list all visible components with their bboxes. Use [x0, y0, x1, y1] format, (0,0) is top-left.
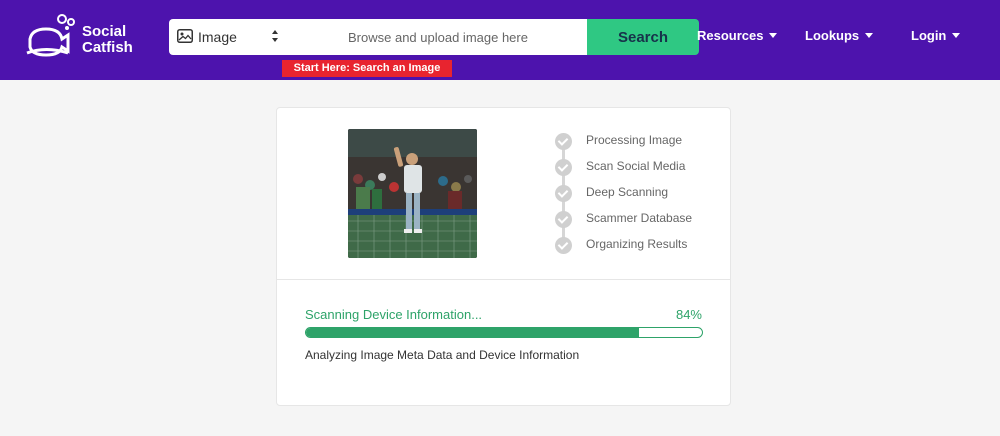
scan-progress-card: Processing Image Scan Social Media Deep …: [276, 107, 731, 406]
header: Social Catfish Image Search Start Here: …: [0, 0, 1000, 80]
step-item: Scammer Database: [555, 210, 692, 228]
nav-login-label: Login: [911, 28, 947, 43]
card-divider: [277, 279, 730, 280]
checkmark-icon: [555, 184, 572, 202]
scan-percent: 84%: [675, 307, 702, 322]
catfish-logo-icon: [26, 14, 75, 57]
scan-progress-bar: [305, 327, 703, 338]
progress-fill: [306, 328, 639, 337]
step-label: Processing Image: [586, 133, 683, 147]
select-updown-icon: [272, 30, 278, 42]
logo-wordmark: Social Catfish: [82, 24, 133, 56]
logo-line-1: Social: [82, 23, 127, 40]
uploaded-photo: [348, 129, 477, 258]
uploaded-image-thumbnail: [348, 129, 477, 258]
nav-lookups-label: Lookups: [805, 28, 860, 43]
caret-down-icon: [769, 33, 778, 38]
step-label: Organizing Results: [586, 237, 688, 251]
step-label: Scammer Database: [586, 211, 693, 225]
step-item: Scan Social Media: [555, 158, 685, 176]
social-catfish-logo[interactable]: Social Catfish: [24, 13, 136, 59]
search-type-label: Image: [198, 29, 237, 45]
image-icon: [177, 29, 193, 43]
nav-lookups[interactable]: Lookups: [805, 28, 874, 43]
logo-line-2: Catfish: [82, 39, 133, 56]
nav-resources-label: Resources: [697, 28, 764, 43]
caret-down-icon: [952, 33, 961, 38]
search-button[interactable]: Search: [587, 19, 699, 55]
start-here-banner: Start Here: Search an Image: [282, 60, 452, 77]
step-item: Organizing Results: [555, 236, 687, 254]
checkmark-icon: [555, 132, 572, 150]
step-item: Processing Image: [555, 132, 682, 150]
step-item: Deep Scanning: [555, 184, 668, 202]
search-bar: Image Search: [169, 19, 699, 55]
scan-status-title: Scanning Device Information...: [305, 307, 483, 322]
step-label: Scan Social Media: [586, 159, 686, 173]
checkmark-icon: [555, 158, 572, 176]
step-label: Deep Scanning: [586, 185, 669, 199]
image-upload-input[interactable]: [289, 19, 587, 55]
caret-down-icon: [865, 33, 874, 38]
nav-resources[interactable]: Resources: [697, 28, 778, 43]
checkmark-icon: [555, 210, 572, 228]
scan-description: Analyzing Image Meta Data and Device Inf…: [305, 348, 580, 362]
checkmark-icon: [555, 236, 572, 254]
nav-login[interactable]: Login: [911, 28, 961, 43]
search-type-select[interactable]: Image: [169, 19, 289, 55]
